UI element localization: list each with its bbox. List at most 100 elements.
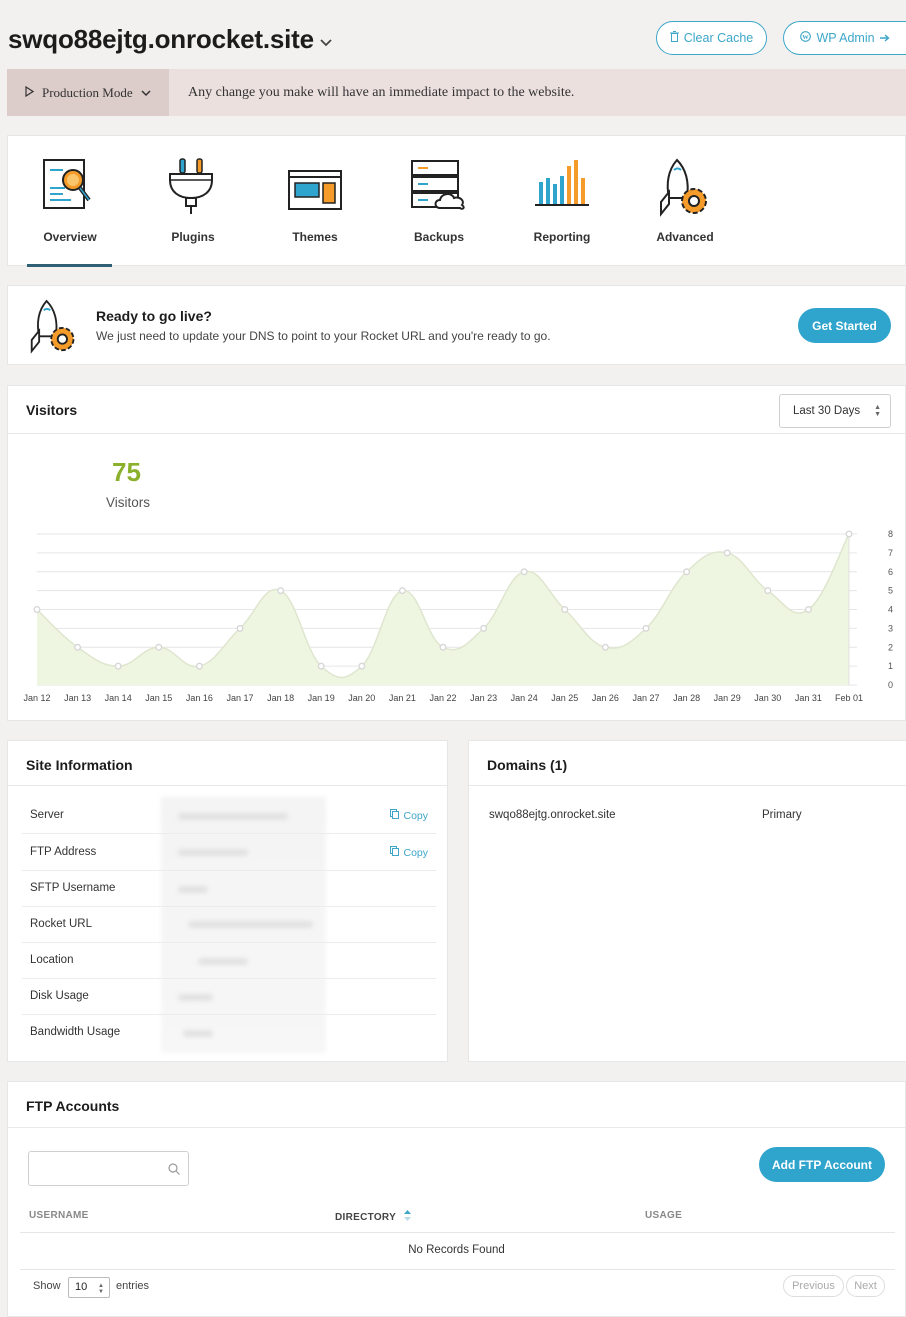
info-row-bandwidth-usage: Bandwidth Usage [22, 1015, 436, 1051]
domains-header: Domains (1) [469, 741, 906, 786]
y-tick-label: 5 [888, 586, 893, 596]
data-point [480, 624, 488, 632]
info-row-disk-usage: Disk Usage [22, 979, 436, 1015]
data-point [195, 662, 203, 670]
site-information-title: Site Information [26, 757, 133, 773]
x-tick-label: Jan 30 [754, 693, 781, 703]
empty-message: No Records Found [408, 1244, 505, 1256]
data-point [520, 568, 528, 576]
x-tick-label: Jan 31 [795, 693, 822, 703]
x-tick-label: Jan 23 [470, 693, 497, 703]
chevron-down-icon[interactable] [320, 34, 332, 50]
x-tick-label: Jan 26 [592, 693, 619, 703]
clear-cache-button[interactable]: Clear Cache [656, 21, 767, 55]
data-point [317, 662, 325, 670]
column-usage[interactable]: USAGE [645, 1210, 682, 1221]
site-title-text: swqo88ejtg.onrocket.site [8, 24, 314, 54]
info-row-location: Location [22, 943, 436, 979]
tab-advanced-label: Advanced [656, 230, 714, 244]
go-live-description: We just need to update your DNS to point… [96, 329, 551, 343]
visitors-card: Visitors Last 30 Days ▲ ▼ 75 Visitors 012… [7, 385, 906, 721]
tab-advanced[interactable]: Advanced [635, 136, 735, 267]
show-label: Show [33, 1280, 61, 1292]
x-tick-label: Jan 22 [429, 693, 456, 703]
x-tick-label: Jan 17 [226, 693, 253, 703]
data-point [439, 643, 447, 651]
add-ftp-account-button[interactable]: Add FTP Account [759, 1147, 885, 1182]
copy-label: Copy [403, 809, 428, 822]
wordpress-icon: W [800, 31, 812, 45]
trash-icon [669, 31, 679, 45]
info-label: SFTP Username [30, 882, 116, 894]
page-size-value: 10 [75, 1281, 88, 1293]
tab-reporting-label: Reporting [533, 230, 591, 244]
production-bar: Production Mode Any change you make will… [7, 69, 906, 116]
production-message: Any change you make will have an immedia… [188, 84, 575, 100]
domain-type: Primary [762, 809, 802, 821]
x-tick-label: Jan 27 [632, 693, 659, 703]
domain-name[interactable]: swqo88ejtg.onrocket.site [489, 809, 616, 821]
y-tick-label: 1 [888, 661, 893, 671]
copy-button[interactable]: Copy [390, 809, 428, 822]
site-title[interactable]: swqo88ejtg.onrocket.site [8, 24, 332, 55]
previous-page-button[interactable]: Previous [783, 1275, 844, 1297]
data-point [723, 549, 731, 557]
visitors-header: Visitors Last 30 Days ▲ ▼ [8, 386, 905, 434]
tab-overview[interactable]: Overview [27, 136, 127, 267]
copy-button[interactable]: Copy [390, 846, 428, 859]
arrow-right-icon [879, 31, 890, 45]
visitors-title: Visitors [26, 402, 78, 418]
column-username[interactable]: USERNAME [29, 1210, 89, 1221]
site-information-card: Site Information Server Copy FTP Address… [7, 740, 448, 1062]
ftp-accounts-card: FTP Accounts Add FTP Account USERNAME DI… [7, 1081, 906, 1317]
info-row-ftp-address: FTP Address Copy [22, 835, 436, 871]
tab-backups[interactable]: Backups [389, 136, 489, 267]
go-live-title: Ready to go live? [96, 308, 212, 324]
tab-reporting[interactable]: Reporting [512, 136, 612, 267]
x-tick-label: Jan 16 [186, 693, 213, 703]
production-mode-dropdown[interactable]: Production Mode [7, 69, 169, 116]
data-point [804, 606, 812, 613]
info-label: Server [30, 809, 64, 821]
data-point [33, 606, 41, 613]
info-label: Disk Usage [30, 990, 89, 1002]
info-label: Rocket URL [30, 918, 92, 930]
site-information-header: Site Information [8, 741, 447, 786]
domains-title: Domains (1) [487, 757, 568, 773]
data-point [358, 662, 366, 670]
next-page-button[interactable]: Next [846, 1275, 885, 1297]
column-directory[interactable]: DIRECTORY [335, 1210, 412, 1224]
site-nav: Overview Plugins Themes Backups Reportin… [7, 135, 906, 267]
tab-themes[interactable]: Themes [265, 136, 365, 267]
tab-plugins[interactable]: Plugins [143, 136, 243, 267]
x-tick-label: Jan 13 [64, 693, 91, 703]
data-point [845, 530, 853, 538]
sort-arrows-icon: ▲ ▼ [98, 1283, 104, 1295]
x-tick-label: Jan 28 [673, 693, 700, 703]
ftp-search-input[interactable] [28, 1151, 189, 1186]
page-size-select[interactable]: 10 ▲ ▼ [68, 1277, 110, 1298]
date-range-select[interactable]: Last 30 Days ▲ ▼ [779, 394, 891, 428]
wp-admin-button[interactable]: W WP Admin [783, 21, 906, 55]
data-point [236, 624, 244, 632]
date-range-value: Last 30 Days [793, 405, 861, 417]
x-tick-label: Jan 18 [267, 693, 294, 703]
go-live-banner: Ready to go live? We just need to update… [7, 285, 906, 365]
tab-themes-label: Themes [292, 230, 338, 244]
tab-backups-label: Backups [413, 230, 465, 244]
data-point [398, 587, 406, 595]
rocket-gear-icon [28, 297, 80, 362]
chevron-down-icon [141, 85, 151, 101]
get-started-button[interactable]: Get Started [798, 308, 891, 343]
x-tick-label: Jan 24 [511, 693, 538, 703]
domains-card: Domains (1) swqo88ejtg.onrocket.site Pri… [468, 740, 906, 1062]
sort-arrows-icon: ▲ ▼ [874, 404, 881, 418]
data-point [277, 587, 285, 595]
x-tick-label: Jan 14 [105, 693, 132, 703]
info-label: Location [30, 954, 74, 966]
data-point [155, 643, 163, 651]
entries-label: entries [116, 1280, 150, 1292]
clear-cache-label: Clear Cache [683, 31, 754, 45]
copy-label: Copy [403, 846, 428, 859]
copy-icon [390, 809, 400, 822]
